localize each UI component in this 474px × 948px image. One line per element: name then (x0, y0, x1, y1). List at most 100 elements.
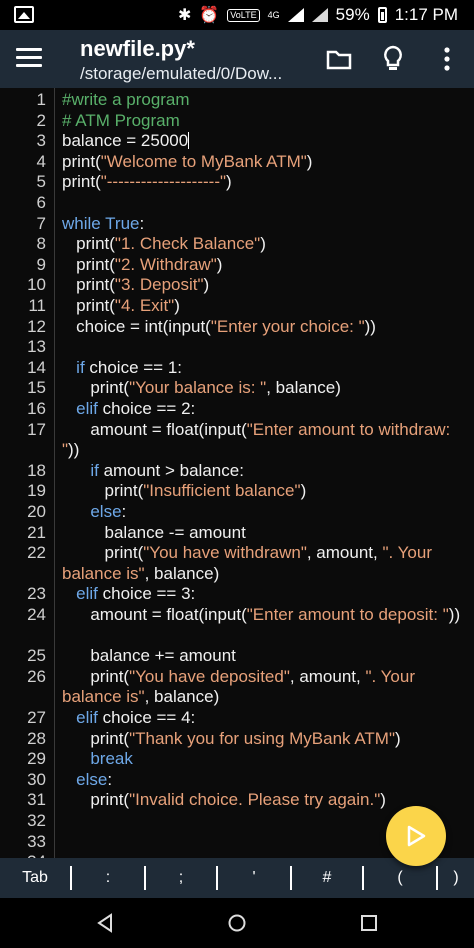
code-token: : (121, 502, 127, 521)
code-token: amount = float(input( (62, 419, 247, 439)
line-number: 29 (27, 749, 46, 769)
code-token: amount > balance: (98, 460, 244, 480)
code-text: print("2. Withdraw") (62, 255, 468, 276)
code-token: )) (448, 605, 461, 624)
code-token: , balance) (266, 378, 341, 398)
code-token: else (90, 502, 122, 521)
line-number: 25 (27, 646, 46, 666)
code-token: , balance) (144, 687, 220, 707)
line-number: 23 (27, 584, 46, 604)
code-text: print("3. Deposit") (62, 275, 468, 296)
code-token: #write a program (62, 90, 190, 109)
line-number: 7 (36, 213, 46, 233)
signal-icon (287, 8, 304, 22)
code-token: choice == 4: (97, 708, 196, 727)
line-number: 9 (36, 254, 46, 274)
line-number: 13 (27, 337, 46, 357)
code-token: balance -= amount (62, 522, 246, 542)
key-1[interactable]: : (72, 866, 146, 890)
line-number: 10 (27, 275, 46, 295)
code-token: ) (226, 172, 232, 192)
code-text: elif choice == 2: (62, 399, 468, 420)
back-triangle-icon[interactable] (92, 910, 118, 936)
code-text: balance -= amount (62, 523, 468, 544)
run-button[interactable] (386, 806, 446, 866)
symbol-keybar: Tab:; ' #() (0, 858, 474, 898)
code-token: break (90, 749, 133, 769)
code-text: if amount > balance: (62, 461, 468, 482)
hamburger-menu-icon[interactable] (16, 48, 42, 68)
code-token: choice = int(input( (62, 316, 211, 336)
file-name: newfile.py* (80, 36, 195, 61)
code-text: print("You have deposited", amount, ". Y… (62, 667, 468, 708)
line-number: 20 (27, 502, 46, 521)
recents-square-icon[interactable] (356, 910, 382, 936)
code-token: "You have deposited" (129, 666, 290, 686)
key-5[interactable]: ( (364, 866, 438, 890)
code-token: , balance) (144, 563, 220, 583)
play-icon (407, 825, 426, 847)
code-text: print("4. Exit") (62, 296, 468, 317)
line-number: 28 (27, 728, 46, 748)
key-6[interactable]: ) (438, 866, 474, 890)
network-type: 4G (267, 10, 280, 20)
home-circle-icon[interactable] (224, 910, 250, 936)
code-token: # ATM Program (62, 110, 180, 130)
more-vert-icon[interactable] (432, 44, 462, 74)
lightbulb-icon[interactable] (378, 44, 408, 74)
key-4[interactable]: # (292, 866, 364, 890)
system-nav-bar (0, 898, 474, 948)
code-text: print("Thank you for using MyBank ATM") (62, 729, 468, 750)
code-text: print("Insufficient balance") (62, 481, 468, 502)
code-token: if (76, 357, 85, 377)
code-token: print( (62, 275, 115, 295)
line-number: 19 (27, 481, 46, 501)
signal-2-icon (311, 8, 328, 22)
app-actions (324, 44, 462, 74)
key-2[interactable]: ; (146, 866, 218, 890)
code-editor[interactable]: 1 #write a program 2 # ATM Program 3 balance … (0, 88, 474, 858)
code-token: ) (203, 275, 210, 295)
code-token: if (90, 460, 99, 480)
code-token: : (107, 769, 113, 789)
code-token: print( (62, 254, 115, 274)
bluetooth-icon: ✱ (177, 7, 192, 24)
code-token: "3. Deposit" (114, 275, 204, 295)
code-text: break (62, 749, 468, 770)
code-token: "1. Check Balance" (114, 234, 261, 254)
code-token: while True (62, 213, 140, 233)
key-3[interactable]: ' (218, 866, 292, 890)
folder-icon[interactable] (324, 44, 354, 74)
code-token: "4. Exit" (114, 296, 175, 315)
code-token: ) (300, 481, 307, 501)
code-text: amount = float(input("Enter amount to wi… (62, 420, 468, 461)
line-number: 12 (27, 316, 46, 336)
code-token: ) (380, 790, 386, 810)
code-token: print( (62, 378, 130, 398)
code-token: print( (62, 151, 101, 171)
code-token: print( (62, 790, 130, 810)
battery-icon (377, 7, 387, 23)
status-icons: ✱ ⏰ VoLTE 4G 59% 1:17 PM (178, 0, 458, 30)
code-token: ) (174, 296, 180, 315)
code-text: print("--------------------") (62, 172, 468, 193)
line-number: 6 (36, 193, 46, 212)
line-number: 24 (27, 605, 46, 624)
key-0[interactable]: Tab (0, 866, 72, 890)
code-token: "Invalid choice. Please try again." (129, 790, 381, 810)
code-text: else: (62, 770, 468, 791)
text-cursor (188, 132, 190, 150)
code-token: "Your balance is: " (129, 378, 267, 398)
code-token: choice == 3: (97, 584, 196, 604)
file-title-block: newfile.py* /storage/emulated/0/Dow... (80, 36, 310, 86)
code-token: choice == 2: (97, 399, 196, 418)
line-number: 33 (27, 831, 46, 851)
code-token: print( (62, 543, 144, 563)
code-token: ) (395, 728, 401, 748)
code-token: "--------------------" (100, 172, 227, 192)
line-number: 15 (27, 378, 46, 398)
